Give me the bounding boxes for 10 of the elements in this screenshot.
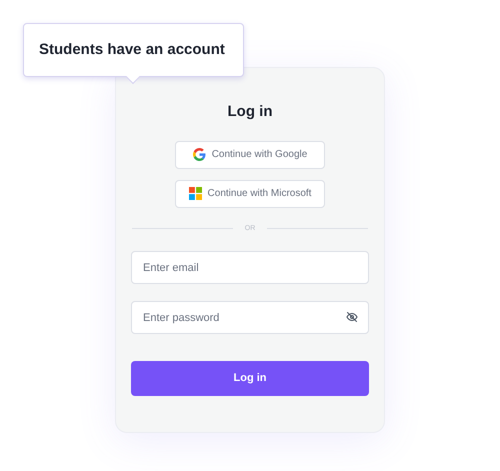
sign-in-provider-button[interactable]: Continue with Google: [175, 140, 325, 168]
tooltip-text: Students have an account: [39, 40, 225, 60]
hidden-eye-icon[interactable]: [346, 311, 358, 323]
google-logo-icon: [192, 148, 206, 161]
sign-in-provider-button[interactable]: Continue with Microsoft: [175, 180, 325, 208]
email-field[interactable]: Enter email: [131, 251, 369, 284]
login-title: Log in: [228, 102, 272, 122]
microsoft-logo-icon: [188, 187, 202, 200]
password-field[interactable]: Enter password: [131, 301, 369, 334]
login-button[interactable]: Log in: [131, 361, 369, 396]
